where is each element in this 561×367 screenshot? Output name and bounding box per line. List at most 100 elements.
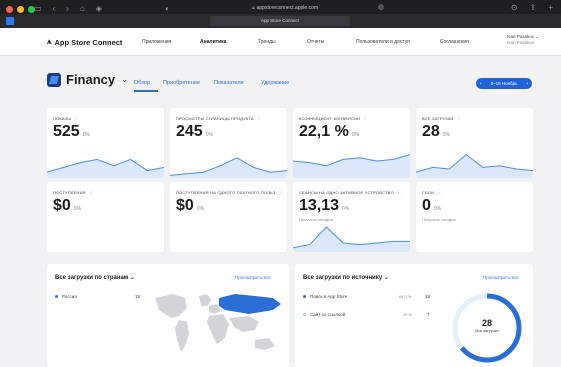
info-icon[interactable]: ⓘ: [278, 190, 282, 195]
downloads-by-country-panel: Все загрузки по странам ⌄ Просмотреть вс…: [47, 264, 289, 367]
browser-action-icons: ⊙ ⇪ +: [511, 3, 553, 12]
metric-title: ВСЕ ЗАГРУЗКИ ⓘ: [422, 116, 461, 121]
donut-center: 28 Все загрузки: [459, 318, 515, 333]
metric-card-conversion-rate[interactable]: КОЭФФИЦИЕНТ КОНВЕРСИИ ⓘ 22,1 % 0%: [293, 108, 410, 178]
privacy-icon[interactable]: ◐: [165, 4, 170, 13]
home-icon[interactable]: ⌂: [80, 4, 85, 13]
nav-item-users-access[interactable]: Пользователи и доступ: [356, 39, 410, 45]
app-selector[interactable]: Financy ⌄: [47, 72, 128, 87]
metric-value: 0 0%: [422, 197, 442, 214]
total-downloads-label: Все загрузки: [475, 328, 499, 333]
metric-card-product-page-views[interactable]: ПРОСМОТРЫ СТРАНИЦЫ ПРОДУКТА ⓘ 245 0%: [170, 108, 287, 178]
tab-bar: App Store Connect: [0, 14, 561, 28]
forward-icon[interactable]: ›: [66, 4, 69, 13]
source-row-web-referrer[interactable]: Сайт со ссылкой: [303, 312, 345, 317]
sparkline-area: [170, 157, 287, 178]
lock-icon: 🔒︎: [251, 5, 255, 11]
metric-value: $0 0%: [53, 197, 82, 214]
user-menu[interactable]: Ivan Pusakov ⌄ Ivan Pusakov: [507, 34, 539, 46]
sidebar-icon[interactable]: ▭: [34, 4, 42, 13]
panel-title[interactable]: Все загрузки по странам ⌄: [55, 274, 135, 281]
active-tab-indicator: [134, 90, 158, 92]
minimize-window-button[interactable]: [17, 6, 24, 13]
source-pct: 25 %: [403, 312, 413, 317]
metric-title: СЕАНСЫ НА ОДНО АКТИВНОЕ УСТРОЙСТВО ⓘ: [299, 190, 402, 195]
chevron-down-icon: ⌄: [535, 34, 539, 39]
nav-item-apps[interactable]: Приложения: [142, 39, 171, 45]
address-bar[interactable]: 🔒︎ appstoreconnect.apple.com: [220, 3, 350, 13]
panel-title[interactable]: Все загрузки по источнику ⌄: [303, 274, 389, 281]
legend-dot: [55, 295, 58, 299]
view-all-link[interactable]: Просмотреть все: [483, 275, 519, 280]
metric-sparkline: [170, 157, 287, 178]
view-all-link[interactable]: Просмотреть все: [235, 275, 271, 280]
metric-title: ПРОСМОТРЫ СТРАНИЦЫ ПРОДУКТА ⓘ: [176, 116, 261, 121]
browser-chrome: ▭ ‹ › ⌂ ◈ ◐ 🔒︎ appstoreconnect.apple.com …: [0, 0, 561, 28]
south-asia-shape: [229, 316, 259, 332]
nav-item-agreements[interactable]: Соглашения: [440, 39, 469, 45]
browser-tab[interactable]: App Store Connect: [210, 16, 350, 26]
info-icon[interactable]: ⓘ: [257, 116, 261, 121]
nav-item-analytics[interactable]: Аналитика: [200, 39, 226, 45]
chevron-down-icon: ⌄: [383, 275, 389, 281]
brand[interactable]: ⩚ App Store Connect: [47, 37, 122, 47]
info-icon[interactable]: ⓘ: [74, 116, 78, 121]
nav-item-reports[interactable]: Отчеты: [307, 39, 324, 45]
source-pct: 64,3 %: [399, 294, 412, 299]
metric-value: 22,1 % 0%: [299, 123, 360, 140]
info-icon[interactable]: ⓘ: [89, 190, 93, 195]
chevron-down-icon: ⌄: [121, 75, 128, 84]
close-window-button[interactable]: [6, 6, 13, 13]
browser-nav-icons: ▭ ‹ › ⌂ ◈: [34, 4, 102, 13]
metric-value: 245 0%: [176, 123, 213, 140]
metric-card-crashes[interactable]: СБОИ ⓘ 0 0% Получено сегодня: [416, 182, 533, 252]
date-range-picker[interactable]: ‹ 8–18 Ноябрь ›: [476, 78, 532, 89]
metric-card-total-downloads[interactable]: ВСЕ ЗАГРУЗКИ ⓘ 28 0%: [416, 108, 533, 178]
app-icon: [47, 72, 61, 87]
back-icon[interactable]: ‹: [53, 4, 56, 13]
metric-title: КОЭФФИЦИЕНТ КОНВЕРСИИ ⓘ: [299, 116, 368, 121]
next-period-icon[interactable]: ›: [526, 81, 528, 87]
metric-change: 0%: [82, 132, 90, 138]
new-tab-icon[interactable]: +: [548, 3, 553, 12]
total-downloads-value: 28: [481, 318, 492, 328]
metric-title: ПОСТУПЛЕНИЯ ⓘ: [53, 190, 93, 195]
tab-metrics[interactable]: Показатели: [214, 80, 244, 86]
metric-card-proceeds[interactable]: ПОСТУПЛЕНИЯ ⓘ $0 0%: [47, 182, 164, 252]
metric-card-sessions-per-active-device[interactable]: СЕАНСЫ НА ОДНО АКТИВНОЕ УСТРОЙСТВО ⓘ 13,13…: [293, 182, 410, 252]
metric-card-proceeds-per-paying-user[interactable]: ПОСТУПЛЕНИЯ НА ОДНОГО ПЛАТНОГО ПОЛЬЗ ⓘ $0 0…: [170, 182, 287, 252]
tab-sidebar-button[interactable]: [6, 17, 14, 25]
sparkline-area: [416, 154, 533, 178]
tab-overview[interactable]: Обзор: [134, 80, 150, 86]
country-row-russia[interactable]: Россия: [55, 294, 77, 299]
south-america-shape: [175, 320, 189, 352]
metric-change: 0%: [351, 132, 360, 138]
top-navigation: ⩚ App Store Connect Приложения Аналитика…: [0, 28, 561, 56]
metric-note: Получено сегодня: [422, 217, 456, 222]
info-icon[interactable]: ⓘ: [457, 116, 461, 121]
app-store-connect-logo-icon: ⩚: [47, 37, 52, 46]
tab-retention[interactable]: Удержание: [261, 80, 289, 86]
info-icon[interactable]: ⓘ: [397, 190, 401, 195]
info-icon[interactable]: ⓘ: [437, 190, 441, 195]
reader-icon[interactable]: ◍: [378, 3, 384, 11]
share-icon[interactable]: ⇪: [530, 3, 537, 12]
nav-item-trends[interactable]: Тренды: [258, 39, 276, 45]
metric-card-impressions[interactable]: ПОКАЗЫ ⓘ 525 0%: [47, 108, 164, 178]
previous-period-icon[interactable]: ‹: [480, 81, 482, 87]
window-controls: [6, 6, 35, 13]
download-icon[interactable]: ⊙: [511, 3, 518, 12]
tab-acquisition[interactable]: Приобретение: [163, 80, 200, 86]
australia-shape: [255, 338, 275, 350]
info-icon[interactable]: ⓘ: [363, 116, 367, 121]
country-value: 18: [135, 294, 141, 299]
source-row-app-store-search[interactable]: Поиск в App Store: [303, 294, 347, 299]
africa-shape: [207, 314, 229, 344]
legend-dot: [303, 295, 306, 299]
user-name: Ivan Pusakov: [506, 34, 534, 39]
downloads-by-source-panel: Все загрузки по источнику ⌄ Просмотреть …: [295, 264, 533, 367]
metric-change: 0%: [196, 206, 205, 212]
metric-change: 0%: [433, 206, 442, 212]
shield-extension-icon[interactable]: ◈: [96, 4, 102, 13]
metric-sparkline: [47, 158, 164, 178]
